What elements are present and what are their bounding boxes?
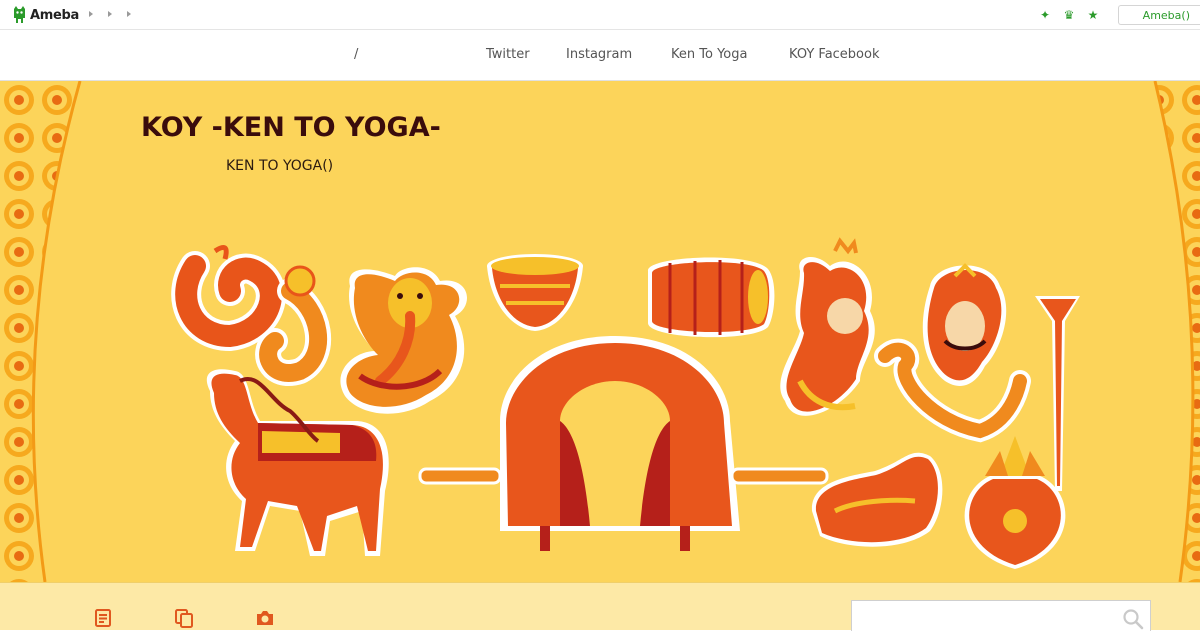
- sparkle-icon[interactable]: ✦: [1037, 7, 1053, 23]
- blog-header: KOY -KEN TO YOGA- KEN TO YOGA(): [0, 81, 1200, 582]
- blog-menu-bar: [0, 582, 1200, 631]
- article-list-icon[interactable]: [93, 608, 113, 628]
- search-icon[interactable]: [1122, 608, 1144, 630]
- blog-description: KEN TO YOGA(): [226, 158, 334, 174]
- camera-icon[interactable]: [255, 608, 275, 628]
- search-box: [851, 600, 1151, 631]
- nav-item-ken-to-yoga[interactable]: Ken To Yoga: [671, 47, 747, 62]
- ameba-header-bar: Ameba ✦ ♛ ★ Ameba(): [0, 0, 1200, 30]
- nav-item-instagram[interactable]: Instagram: [566, 47, 632, 62]
- star-icon[interactable]: ★: [1085, 7, 1101, 23]
- blog-nav-bar: / Twitter Instagram Ken To Yoga KOY Face…: [0, 30, 1200, 81]
- nav-item-twitter[interactable]: Twitter: [486, 47, 530, 62]
- menu-arrow-icon[interactable]: [108, 11, 112, 17]
- crown-icon[interactable]: ♛: [1061, 7, 1077, 23]
- copy-icon[interactable]: [174, 608, 194, 628]
- menu-arrow-icon[interactable]: [89, 11, 93, 17]
- ameba-logo[interactable]: Ameba: [12, 5, 79, 25]
- blog-title[interactable]: KOY -KEN TO YOGA-: [141, 112, 441, 143]
- nav-item-koy-facebook[interactable]: KOY Facebook: [789, 47, 880, 62]
- login-button[interactable]: Ameba(): [1118, 5, 1200, 25]
- ameba-logo-text: Ameba: [30, 7, 80, 23]
- indian-folk-art-illustration: [0, 81, 1200, 582]
- nav-item-home[interactable]: /: [354, 47, 358, 62]
- ameba-mascot-icon: [14, 6, 25, 23]
- search-input[interactable]: [852, 601, 1114, 631]
- menu-arrow-icon[interactable]: [127, 11, 131, 17]
